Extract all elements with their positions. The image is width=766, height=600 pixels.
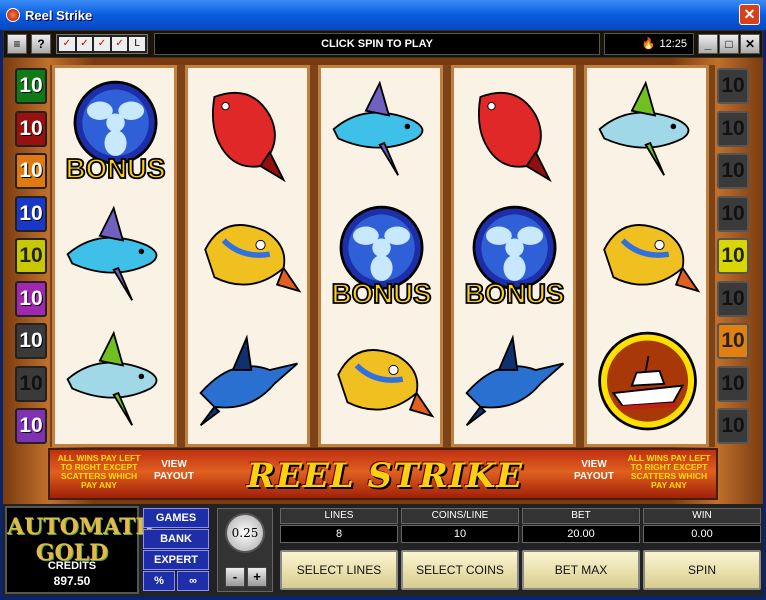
red-snapper-icon	[462, 74, 568, 189]
reel-1: BONUS	[52, 65, 177, 447]
payline-tab-left[interactable]: 10	[15, 365, 47, 402]
payline-tab-right[interactable]: 10	[717, 68, 749, 104]
bank-button[interactable]: BANK	[143, 529, 209, 549]
view-payout-right-button[interactable]: VIEW PAYOUT	[570, 459, 618, 483]
bet-max-button[interactable]: BET MAX	[522, 550, 640, 590]
expert-button[interactable]: EXPERT	[143, 550, 209, 570]
reel-4: BONUS	[451, 65, 576, 447]
help-button[interactable]: ?	[31, 34, 51, 54]
flame-icon: 🔥	[641, 38, 656, 50]
payline-tab-left[interactable]: 10	[15, 323, 47, 359]
coin-value[interactable]: 0.25	[225, 513, 265, 553]
control-panel: AUTOMATIC GOLD CREDITS 897.50 GAMES BANK…	[3, 504, 763, 596]
slot-machine: 10 10 10 10 10 10 10 10 10 10 10 10 10 10 10 10 10 10 BO…	[3, 58, 763, 504]
scatter-rules-left: ALL WINS PAY LEFT TO RIGHT EXCEPT SCATTE…	[57, 453, 141, 490]
minimize-button[interactable]: _	[698, 34, 718, 54]
close-button[interactable]: ✕	[740, 34, 760, 54]
maximize-button[interactable]: □	[719, 34, 739, 54]
game-options-group: ✓ ✓ ✓ ✓ L	[56, 34, 148, 54]
credits-label: CREDITS	[47, 560, 97, 572]
clock-time: 12:25	[659, 38, 687, 50]
payline-tab-left[interactable]: 10	[15, 110, 47, 147]
shark-icon	[329, 74, 435, 189]
view-payout-left-button[interactable]: VIEW PAYOUT	[150, 459, 198, 483]
shark-icon	[63, 199, 169, 314]
select-lines-button[interactable]: SELECT LINES	[280, 550, 398, 590]
game-logo: REEL STRIKE	[246, 456, 524, 496]
bonus-icon: BONUS	[329, 199, 435, 314]
payline-tab-left[interactable]: 10	[15, 280, 47, 317]
payline-tab-right[interactable]: 10	[717, 280, 749, 317]
app-icon	[6, 8, 20, 22]
mahi-icon	[329, 324, 435, 439]
svg-text:BONUS: BONUS	[332, 278, 432, 309]
percent-button[interactable]: %	[143, 571, 175, 591]
brand-logo: AUTOMATIC GOLD	[7, 514, 164, 566]
bet-label: BET	[522, 508, 640, 524]
mahi-icon	[196, 199, 302, 314]
reel-strike-banner: ALL WINS PAY LEFT TO RIGHT EXCEPT SCATTE…	[48, 448, 718, 500]
payline-tab-left[interactable]: 10	[15, 238, 47, 274]
bet-value: 20.00	[522, 525, 640, 543]
option-checkbox[interactable]: ✓	[111, 37, 128, 51]
lines-value: 8	[280, 525, 398, 543]
payline-tab-right[interactable]: 10	[717, 110, 749, 147]
coins-per-line-label: COINS/LINE	[401, 508, 519, 524]
coins-per-line-value: 10	[401, 525, 519, 543]
option-l-button[interactable]: L	[129, 37, 145, 51]
coin-increase-button[interactable]: +	[247, 567, 267, 587]
reels-area: BONUS BONUS BONUS	[50, 65, 715, 447]
option-checkbox[interactable]: ✓	[76, 37, 93, 51]
status-message: CLICK SPIN TO PLAY	[154, 33, 600, 55]
close-window-button[interactable]: ✕	[739, 4, 760, 25]
window-title: Reel Strike	[25, 8, 93, 23]
win-label: WIN	[643, 508, 761, 524]
reel-3: BONUS	[318, 65, 443, 447]
payline-tab-right[interactable]: 10	[717, 153, 749, 189]
credits-value: 897.50	[53, 574, 91, 588]
select-coins-button[interactable]: SELECT COINS	[401, 550, 519, 590]
tuna-icon	[63, 324, 169, 439]
game-toolbar: ≡ ? ✓ ✓ ✓ ✓ L CLICK SPIN TO PLAY 🔥 12:25 …	[3, 30, 763, 58]
payline-tab-right[interactable]: 10	[717, 195, 749, 232]
scatter-rules-right: ALL WINS PAY LEFT TO RIGHT EXCEPT SCATTE…	[627, 453, 711, 490]
reel-5	[584, 65, 709, 447]
payline-tab-left[interactable]: 10	[15, 408, 47, 444]
option-checkbox[interactable]: ✓	[94, 37, 110, 51]
payline-tab-left[interactable]: 10	[15, 195, 47, 232]
coin-decrease-button[interactable]: -	[225, 567, 245, 587]
payline-tab-right[interactable]: 10	[717, 365, 749, 402]
bonus-icon: BONUS	[462, 199, 568, 314]
payline-tab-right[interactable]: 10	[717, 408, 749, 444]
clock: 🔥 12:25	[604, 33, 694, 55]
payline-tab-right[interactable]: 10	[717, 323, 749, 359]
reel-2	[185, 65, 310, 447]
svg-text:BONUS: BONUS	[465, 278, 565, 309]
link-icon[interactable]: ∞	[177, 571, 209, 591]
spin-button[interactable]: SPIN	[643, 550, 761, 590]
marlin-icon	[196, 324, 302, 439]
game-window: Reel Strike ✕ ≡ ? ✓ ✓ ✓ ✓ L CLICK SPIN T…	[0, 0, 766, 600]
win-value: 0.00	[643, 525, 761, 543]
marlin-icon	[462, 324, 568, 439]
credits-display: AUTOMATIC GOLD CREDITS 897.50	[5, 506, 164, 594]
payline-tab-left[interactable]: 10	[15, 68, 47, 104]
bonus-icon: BONUS	[63, 74, 169, 189]
mahi-icon	[595, 199, 701, 314]
svg-text:BONUS: BONUS	[66, 153, 166, 184]
coin-selector: 0.25 - +	[217, 508, 273, 592]
lines-label: LINES	[280, 508, 398, 524]
tuna-icon	[595, 74, 701, 189]
payline-tab-right[interactable]: 10	[717, 238, 749, 274]
option-checkbox[interactable]: ✓	[59, 37, 75, 51]
payline-tab-left[interactable]: 10	[15, 153, 47, 189]
menu-button[interactable]: ≡	[7, 34, 27, 54]
boat-scatter-icon	[595, 324, 701, 439]
games-button[interactable]: GAMES	[143, 508, 209, 528]
title-bar: Reel Strike ✕	[0, 0, 766, 30]
red-snapper-icon	[196, 74, 302, 189]
